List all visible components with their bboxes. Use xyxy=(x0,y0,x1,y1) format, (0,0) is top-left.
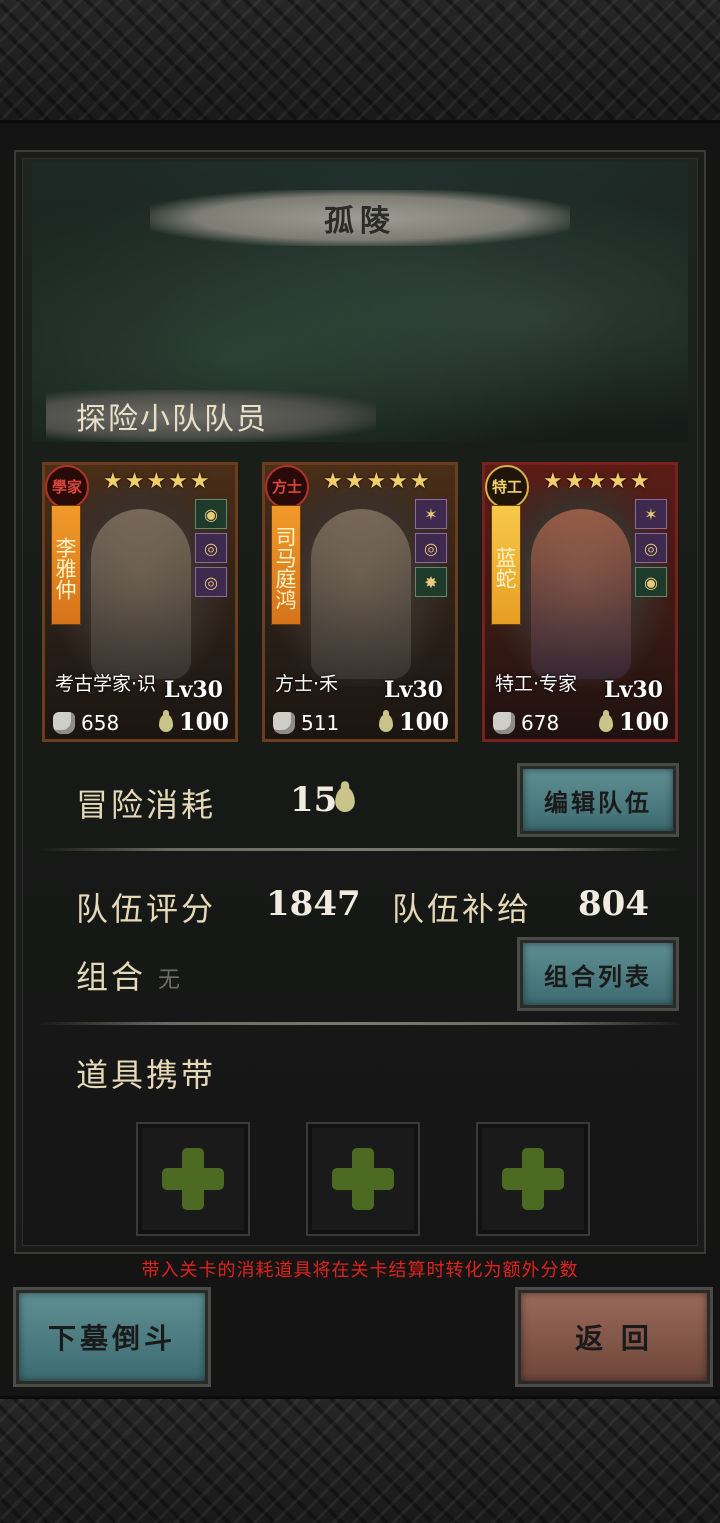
supply-value: 100 xyxy=(398,707,449,736)
member-supply: 100 xyxy=(597,707,669,736)
class-badge: 方士 xyxy=(265,465,309,509)
edit-team-button[interactable]: 编辑队伍 xyxy=(520,766,676,834)
divider xyxy=(38,848,684,851)
member-figure xyxy=(531,509,631,679)
drop-icon xyxy=(157,710,175,734)
class-badge: 學家 xyxy=(45,465,89,509)
drop-icon xyxy=(597,710,615,734)
fist-icon xyxy=(273,712,295,734)
member-name: 蓝蛇 xyxy=(491,505,521,625)
top-decor-band xyxy=(0,0,720,123)
member-power: 658 xyxy=(53,711,119,735)
member-card-3[interactable]: 特工 ★★★★★ 蓝蛇 ✶ ◎ ◉ 特工·专家 Lv30 678 100 xyxy=(482,462,678,742)
coin-skill-icon[interactable]: ◉ xyxy=(635,567,667,597)
star-rating: ★★★★★ xyxy=(103,469,212,494)
plus-icon xyxy=(502,1148,564,1210)
item-notice: 带入关卡的消耗道具将在关卡结算时转化为额外分数 xyxy=(141,1260,579,1281)
fist-icon xyxy=(53,712,75,734)
member-job: 考古学家·识 xyxy=(55,673,157,695)
team-section-title: 探险小队队员 xyxy=(76,402,268,437)
team-score-value: 1847 xyxy=(266,884,361,924)
plus-icon xyxy=(162,1148,224,1210)
member-figure xyxy=(91,509,191,679)
items-label: 道具携带 xyxy=(76,1056,217,1094)
member-power: 511 xyxy=(273,711,339,735)
class-badge: 特工 xyxy=(485,465,529,509)
coin-skill-icon[interactable]: ◉ xyxy=(195,499,227,529)
supply-value: 100 xyxy=(178,707,229,736)
member-figure xyxy=(311,509,411,679)
skill-list: ✶ ◎ ◉ xyxy=(635,499,667,601)
member-level: Lv30 xyxy=(384,677,443,703)
back-button[interactable]: 返 回 xyxy=(518,1290,710,1384)
power-value: 678 xyxy=(521,711,560,735)
member-name: 司马庭鸿 xyxy=(271,505,301,625)
bug-skill-icon[interactable]: ✶ xyxy=(415,499,447,529)
combo-list-button[interactable]: 组合列表 xyxy=(520,940,676,1008)
stage-title: 孤陵 xyxy=(324,204,396,239)
item-slot-2[interactable] xyxy=(306,1122,420,1236)
star-skill-icon[interactable]: ✸ xyxy=(415,567,447,597)
member-power: 678 xyxy=(493,711,559,735)
team-supply-value: 804 xyxy=(578,884,649,924)
plus-icon xyxy=(332,1148,394,1210)
skill-list: ◉ ◎ ◎ xyxy=(195,499,227,601)
team-section-banner: 探险小队队员 xyxy=(46,390,376,442)
drop-icon xyxy=(332,781,357,815)
member-name: 李雅仲 xyxy=(51,505,81,625)
member-job: 特工·专家 xyxy=(495,673,578,695)
adventure-cost-value: 15 xyxy=(290,780,338,820)
item-slot-3[interactable] xyxy=(476,1122,590,1236)
stage-title-banner: 孤陵 xyxy=(150,190,570,246)
fist-icon xyxy=(493,712,515,734)
member-supply: 100 xyxy=(157,707,229,736)
bottom-decor-band xyxy=(0,1396,720,1523)
item-slot-1[interactable] xyxy=(136,1122,250,1236)
supply-value: 100 xyxy=(618,707,669,736)
start-button[interactable]: 下墓倒斗 xyxy=(16,1290,208,1384)
combo-label: 组合 xyxy=(76,958,147,996)
member-card-1[interactable]: 學家 ★★★★★ 李雅仲 ◉ ◎ ◎ 考古学家·识 Lv30 658 100 xyxy=(42,462,238,742)
bug-skill-icon[interactable]: ✶ xyxy=(635,499,667,529)
team-score-label: 队伍评分 xyxy=(76,890,217,928)
member-supply: 100 xyxy=(377,707,449,736)
member-level: Lv30 xyxy=(164,677,223,703)
star-rating: ★★★★★ xyxy=(543,469,652,494)
power-value: 658 xyxy=(81,711,120,735)
team-supply-label: 队伍补给 xyxy=(392,890,533,928)
drop-icon xyxy=(377,710,395,734)
adventure-cost-label: 冒险消耗 xyxy=(76,786,217,824)
member-job: 方士·禾 xyxy=(275,673,339,695)
star-rating: ★★★★★ xyxy=(323,469,432,494)
power-value: 511 xyxy=(301,711,340,735)
ring-skill-icon[interactable]: ◎ xyxy=(415,533,447,563)
ring-skill-icon[interactable]: ◎ xyxy=(195,567,227,597)
skill-list: ✶ ◎ ✸ xyxy=(415,499,447,601)
combo-value: 无 xyxy=(158,968,181,993)
ring-skill-icon[interactable]: ◎ xyxy=(635,533,667,563)
member-level: Lv30 xyxy=(604,677,663,703)
divider xyxy=(38,1022,684,1025)
member-card-2[interactable]: 方士 ★★★★★ 司马庭鸿 ✶ ◎ ✸ 方士·禾 Lv30 511 100 xyxy=(262,462,458,742)
ring-skill-icon[interactable]: ◎ xyxy=(195,533,227,563)
